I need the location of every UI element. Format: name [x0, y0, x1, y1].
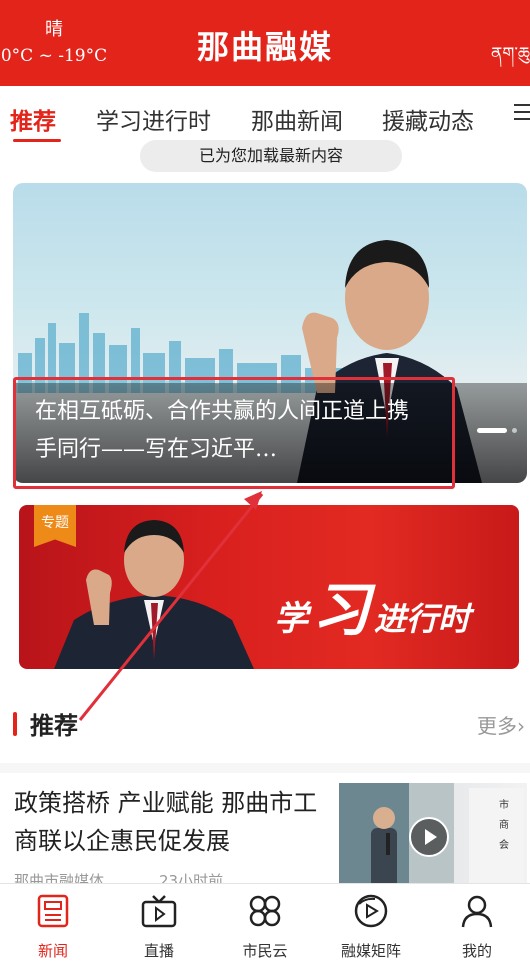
nav-label: 新闻 — [37, 942, 68, 960]
chevron-right-icon: › — [517, 714, 525, 738]
carousel-indicator — [472, 418, 517, 437]
special-topic-banner[interactable]: 专题 学习 进行时 — [19, 505, 519, 669]
nav-label: 直播 — [143, 942, 174, 960]
user-icon — [461, 895, 493, 928]
nav-live[interactable]: 直播 — [106, 884, 212, 960]
bottom-navigation: 新闻 直播 市民云 融媒矩阵 我的 — [0, 883, 530, 960]
section-separator — [0, 763, 530, 773]
nav-label: 市民云 — [242, 942, 288, 960]
svg-text:会: 会 — [499, 838, 509, 851]
section-accent-bar — [13, 712, 17, 736]
channel-tabs: 推荐 学习进行时 那曲新闻 援藏动态 — [0, 86, 530, 146]
tibetan-language-switch[interactable]: ནག་ཆུ — [491, 34, 530, 82]
news-item-title[interactable]: 政策搭桥 产业赋能 那曲市工商联以企惠民促发展 — [14, 784, 319, 860]
tab-aid-tibet[interactable]: 援藏动态 — [382, 102, 474, 136]
news-thumbnail[interactable]: 市 商 会 — [339, 783, 527, 888]
nav-mine[interactable]: 我的 — [424, 884, 530, 960]
more-label: 更多 — [477, 714, 517, 738]
circle-play-icon — [354, 894, 388, 928]
newspaper-icon — [37, 894, 69, 928]
active-tab-indicator — [13, 139, 61, 142]
slogan-rest: 进行时 — [374, 600, 471, 638]
slogan-xue: 学 — [274, 599, 308, 639]
menu-icon[interactable] — [514, 104, 530, 125]
annotation-highlight-box — [13, 377, 455, 489]
app-title: 那曲融媒 — [196, 28, 333, 66]
tv-icon — [141, 895, 177, 928]
nav-news[interactable]: 新闻 — [0, 884, 106, 960]
slogan-xi: 习 — [312, 576, 371, 644]
app-header: 晴 0°C ~ -19°C 那曲融媒 ནག་ཆུ — [0, 0, 530, 86]
svg-text:市: 市 — [499, 798, 509, 811]
special-topic-slogan: 学习 进行时 — [274, 563, 470, 647]
grid-clover-icon — [249, 895, 281, 927]
nav-citizen-cloud[interactable]: 市民云 — [212, 884, 318, 960]
nav-media-matrix[interactable]: 融媒矩阵 — [318, 884, 424, 960]
nav-label: 我的 — [461, 942, 492, 960]
tab-naqu-news[interactable]: 那曲新闻 — [251, 102, 343, 136]
section-title: 推荐 — [30, 712, 78, 740]
refresh-toast: 已为您加载最新内容 — [140, 140, 402, 172]
svg-text:商: 商 — [499, 818, 509, 831]
tab-study[interactable]: 学习进行时 — [96, 102, 211, 136]
nav-label: 融媒矩阵 — [340, 942, 401, 960]
leader-photo — [54, 520, 254, 669]
play-icon[interactable] — [409, 817, 449, 857]
section-more-link[interactable]: 更多› — [477, 710, 525, 739]
tab-recommend[interactable]: 推荐 — [10, 102, 56, 136]
